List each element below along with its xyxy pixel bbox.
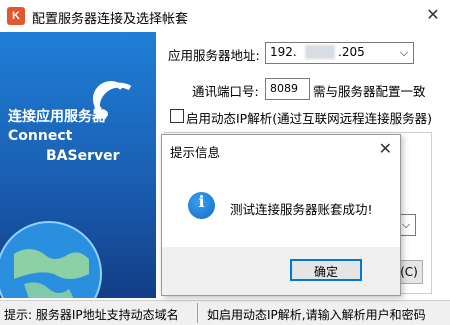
banner-connect-text: Connect — [8, 128, 73, 144]
message-dialog: 提示信息 ✕ i 测试连接服务器账套成功! 确定 — [161, 134, 401, 296]
status-hint-right: 如启用动态IP解析,请输入解析用户和密码 — [207, 308, 426, 322]
server-address-value-prefix: 192. — [270, 45, 297, 59]
connect-banner: 连接应用服务器 Connect BAServer — [0, 32, 156, 298]
chevron-down-icon[interactable]: ⌵ — [397, 44, 411, 62]
status-divider — [197, 303, 198, 323]
port-value: 8089 — [270, 82, 298, 95]
port-note: 需与服务器配置一致 — [313, 84, 426, 99]
status-hint-left: 提示: 服务器IP地址支持动态域名 — [4, 308, 179, 322]
dialog-footer: 确定 — [162, 247, 400, 295]
banner-baserver-text: BAServer — [46, 148, 120, 164]
status-bar: 提示: 服务器IP地址支持动态域名 如启用动态IP解析,请输入解析用户和密码 — [0, 300, 450, 325]
server-address-combobox[interactable]: 192. .205 ⌵ — [265, 42, 414, 64]
app-icon: K — [7, 7, 25, 25]
dynamic-ip-checkbox[interactable] — [170, 109, 184, 123]
info-icon: i — [188, 192, 215, 219]
globe-icon — [0, 221, 102, 298]
banner-title: 连接应用服务器 — [8, 109, 106, 125]
server-address-value-suffix: .205 — [338, 45, 365, 59]
title-bar: K 配置服务器连接及选择帐套 ✕ — [0, 0, 450, 32]
ok-button[interactable]: 确定 — [290, 259, 362, 281]
redacted-ip-segment — [305, 45, 335, 59]
port-input[interactable]: 8089 — [265, 78, 310, 100]
port-label: 通讯端口号: — [192, 84, 259, 99]
dialog-message: 测试连接服务器账套成功! — [230, 202, 373, 217]
server-address-label: 应用服务器地址: — [168, 48, 260, 63]
window-close-icon[interactable]: ✕ — [420, 4, 446, 26]
dynamic-ip-label[interactable]: 启用动态IP解析(通过互联网远程连接服务器) — [186, 108, 432, 127]
dialog-close-icon[interactable]: ✕ — [379, 139, 392, 158]
dialog-title: 提示信息 — [170, 145, 221, 160]
window-title: 配置服务器连接及选择帐套 — [32, 12, 189, 27]
